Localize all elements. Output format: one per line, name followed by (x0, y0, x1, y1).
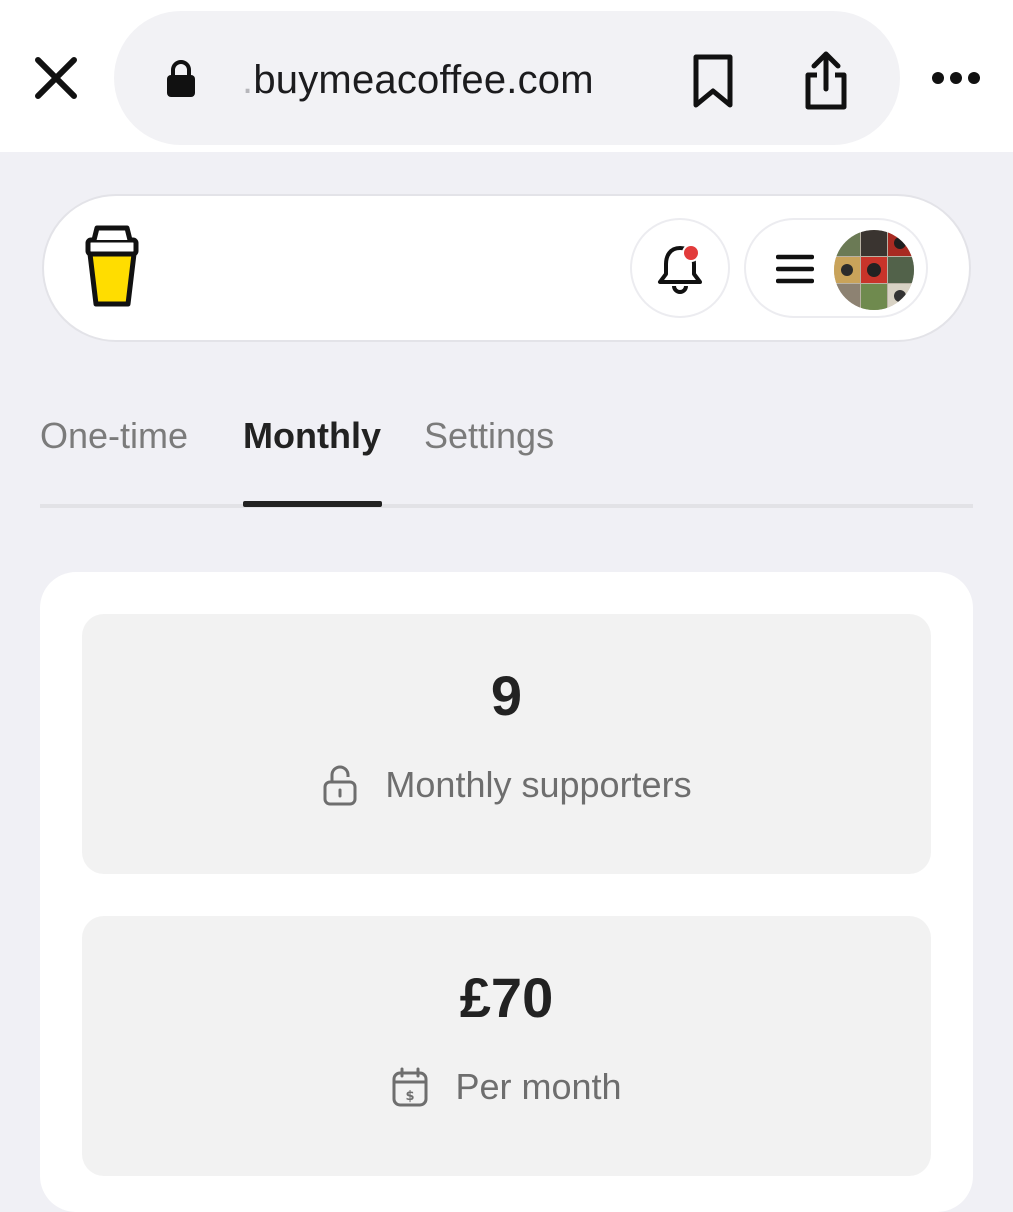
calendar-dollar-icon: $ (392, 1067, 428, 1107)
active-tab-indicator (243, 501, 382, 507)
tab-bar: One-time Monthly Settings (40, 400, 973, 510)
notifications-button[interactable] (630, 218, 730, 318)
app-header (42, 194, 971, 342)
hamburger-icon (776, 254, 814, 284)
svg-text:$: $ (406, 1089, 415, 1104)
avatar (834, 230, 914, 310)
tab-divider (40, 504, 973, 508)
tab-one-time[interactable]: One-time (40, 414, 188, 458)
url-prefix: . (242, 58, 254, 102)
url-text: .buymeacoffee.com (242, 55, 594, 105)
lock-icon (167, 60, 195, 97)
close-icon (35, 57, 77, 99)
buy-me-a-coffee-cup-logo[interactable] (84, 224, 140, 308)
stat-value: 9 (490, 664, 523, 727)
account-menu-button[interactable] (744, 218, 928, 318)
stat-label: Per month (455, 1066, 622, 1107)
close-button[interactable] (30, 52, 82, 104)
stat-value: £70 (459, 966, 554, 1029)
stat-per-month: £70 $ Per month (82, 916, 931, 1176)
tab-monthly[interactable]: Monthly (243, 414, 381, 458)
browser-toolbar: .buymeacoffee.com (0, 0, 1013, 152)
more-icon (932, 72, 980, 84)
stats-card: 9 Monthly supporters £70 $ Per month (40, 572, 973, 1212)
stat-label-row: $ Per month (82, 1064, 931, 1110)
stat-label-row: Monthly supporters (82, 762, 931, 808)
bell-icon (658, 244, 702, 294)
bookmark-icon[interactable] (690, 53, 736, 109)
more-button[interactable] (928, 60, 984, 96)
url-domain: buymeacoffee.com (253, 58, 594, 102)
address-bar[interactable]: .buymeacoffee.com (114, 11, 900, 145)
notification-dot (682, 244, 700, 262)
stat-monthly-supporters: 9 Monthly supporters (82, 614, 931, 874)
tab-settings[interactable]: Settings (424, 414, 554, 458)
lock-open-icon (323, 765, 357, 806)
share-icon[interactable] (802, 49, 850, 111)
stat-label: Monthly supporters (385, 764, 692, 805)
